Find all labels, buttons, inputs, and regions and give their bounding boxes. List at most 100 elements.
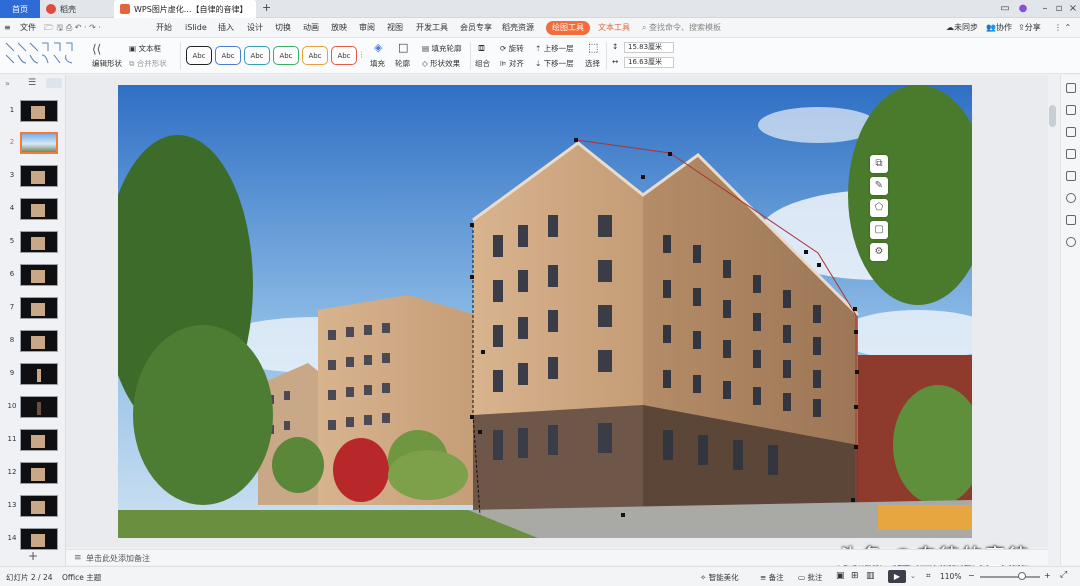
zoom-level[interactable]: 110%	[940, 572, 961, 581]
menu-islide[interactable]: iSlide	[185, 21, 207, 35]
close-button[interactable]: ×	[1066, 2, 1080, 16]
tab-picture-tools[interactable]: 绘图工具	[546, 21, 590, 35]
thumbnail-view-icon[interactable]	[46, 78, 62, 88]
shape-style-3[interactable]: Abc	[244, 46, 270, 65]
slide-thumb-row[interactable]: 8	[0, 330, 66, 352]
menu-file[interactable]: 文件	[20, 21, 36, 35]
play-slideshow-button[interactable]: ▶	[888, 570, 906, 583]
zoom-out-button[interactable]: −	[968, 571, 975, 580]
height-field[interactable]: 15.83厘米	[624, 42, 674, 53]
crop-icon[interactable]: ▢	[870, 221, 888, 239]
slide-thumbnail[interactable]	[20, 495, 58, 517]
slide-thumb-row[interactable]: 9	[0, 363, 66, 385]
slide-thumb-row[interactable]: 13	[0, 495, 66, 517]
bring-forward-button[interactable]: ⇡ 上移一层	[535, 43, 574, 54]
template-icon[interactable]	[1066, 171, 1076, 181]
rotate-button[interactable]: ⟳ 旋转	[500, 43, 524, 54]
add-slide-button[interactable]: +	[28, 549, 38, 563]
search-box[interactable]: ⌕ 查找命令、搜索模板	[642, 21, 721, 35]
fill-button[interactable]: 填充	[370, 58, 385, 69]
align-button[interactable]: ⊫ 对齐	[500, 58, 524, 69]
select-button[interactable]: 选择	[585, 58, 600, 69]
slide-thumb-row[interactable]: 11	[0, 429, 66, 451]
menu-transition[interactable]: 切换	[275, 21, 291, 35]
notes-toggle-button[interactable]: ≡ 备注	[760, 572, 784, 583]
send-backward-button[interactable]: ⇣ 下移一层	[535, 58, 574, 69]
menu-insert[interactable]: 插入	[218, 21, 234, 35]
smart-beautify-button[interactable]: ✧ 智能美化	[700, 572, 739, 583]
zoom-in-button[interactable]: +	[1044, 571, 1051, 580]
shape-style-4[interactable]: Abc	[273, 46, 299, 65]
avatar[interactable]: ●	[1016, 2, 1030, 16]
format-icon[interactable]	[1066, 149, 1076, 159]
slide-thumb-row[interactable]: 5	[0, 231, 66, 253]
theme-name[interactable]: Office 主题	[62, 572, 101, 583]
style-panel-icon[interactable]	[1066, 83, 1076, 93]
help-icon[interactable]	[1066, 193, 1076, 203]
slide-thumbnail[interactable]	[20, 363, 58, 385]
menu-view[interactable]: 视图	[387, 21, 403, 35]
fit-window-icon[interactable]: ⤢	[1060, 570, 1067, 580]
tab-home[interactable]: 首页	[0, 0, 40, 18]
style-more-icon[interactable]: ⋮	[358, 50, 366, 59]
settings-icon[interactable]: ⚙	[870, 243, 888, 261]
sync-status[interactable]: ☁未同步	[946, 21, 978, 35]
location-icon[interactable]	[1066, 237, 1076, 247]
backup-icon[interactable]	[1066, 215, 1076, 225]
slide-thumbnail-active[interactable]	[20, 132, 58, 154]
collapse-icon[interactable]: »	[5, 79, 10, 88]
pen-icon[interactable]: ✎	[870, 177, 888, 195]
textbox-button[interactable]: ▣ 文本框	[129, 43, 161, 54]
maximize-button[interactable]: ▫	[1052, 2, 1066, 16]
menu-design[interactable]: 设计	[247, 21, 263, 35]
slide-thumbnail[interactable]	[20, 231, 58, 253]
shape-style-1[interactable]: Abc	[186, 46, 212, 65]
play-dropdown-icon[interactable]: ⌄	[910, 572, 916, 580]
slide-thumbnail[interactable]	[20, 330, 58, 352]
slide-thumb-row[interactable]: 1	[0, 100, 66, 122]
menu-developer[interactable]: 开发工具	[416, 21, 448, 35]
collab-button[interactable]: 👥协作	[986, 21, 1012, 35]
layers-icon[interactable]: ⧉	[870, 155, 888, 173]
slide-thumb-row[interactable]: 6	[0, 264, 66, 286]
shape-style-5[interactable]: Abc	[302, 46, 328, 65]
slide-canvas[interactable]	[118, 85, 972, 538]
width-field[interactable]: 16.63厘米	[624, 57, 674, 68]
properties-icon[interactable]	[1066, 105, 1076, 115]
slide-thumbnail[interactable]	[20, 429, 58, 451]
menu-start[interactable]: 开始	[156, 21, 172, 35]
slide-thumb-row[interactable]: 7	[0, 297, 66, 319]
fit-icon[interactable]: ⌗	[926, 571, 931, 581]
slide-thumb-row[interactable]: 4	[0, 198, 66, 220]
shape-style-2[interactable]: Abc	[215, 46, 241, 65]
slide-thumb-row[interactable]: 10	[0, 396, 66, 418]
shape-fill-icon[interactable]: ⬠	[870, 199, 888, 217]
slide-thumbnail[interactable]	[20, 396, 58, 418]
animation-icon[interactable]	[1066, 127, 1076, 137]
tab-docer[interactable]: 稻壳	[40, 0, 108, 18]
menu-review[interactable]: 审阅	[359, 21, 375, 35]
line-shapes-gallery[interactable]	[4, 41, 84, 71]
menu-animation[interactable]: 动画	[303, 21, 319, 35]
menu-docer-resources[interactable]: 稻壳资源	[502, 21, 534, 35]
tab-document[interactable]: WPS图片虚化...【自律的音律】 ●	[114, 0, 256, 18]
share-button[interactable]: ⇪分享	[1018, 21, 1041, 35]
vertical-scrollbar[interactable]	[1049, 105, 1056, 127]
menu-slideshow[interactable]: 放映	[331, 21, 347, 35]
slide-thumb-row[interactable]: 3	[0, 165, 66, 187]
edit-shape-button[interactable]: 编辑形状	[92, 58, 122, 69]
reading-view-icon[interactable]: ▥	[866, 571, 875, 581]
fill-outline-button[interactable]: ▤ 填充轮廓	[422, 43, 461, 54]
quick-access-toolbar[interactable]: 🗁 🖫 ⎙ ↶ · ↷ ·	[44, 21, 101, 35]
group-button[interactable]: 组合	[475, 58, 490, 69]
slide-thumbnail[interactable]	[20, 264, 58, 286]
new-tab-button[interactable]: +	[262, 1, 271, 14]
outline-view-icon[interactable]: ☰	[28, 78, 36, 88]
layout-icon[interactable]: ▭	[998, 2, 1012, 16]
zoom-slider[interactable]	[980, 576, 1040, 578]
slide-thumbnail[interactable]	[20, 297, 58, 319]
slide-thumbnail[interactable]	[20, 462, 58, 484]
shape-effect-button[interactable]: ◇ 形状效果	[422, 58, 460, 69]
outline-button[interactable]: 轮廓	[395, 58, 410, 69]
slide-thumbnail[interactable]	[20, 198, 58, 220]
